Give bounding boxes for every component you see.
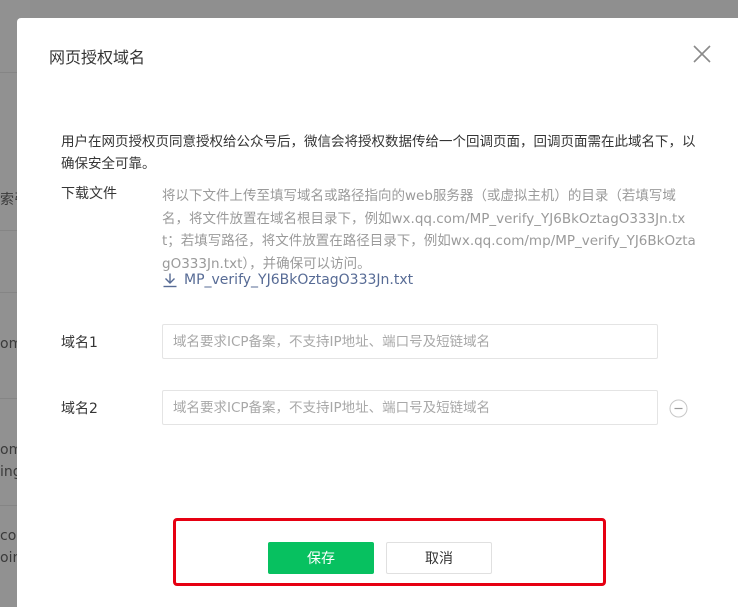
dialog-title: 网页授权域名 [49,48,146,67]
dialog-description: 用户在网页授权页同意授权给公众号后，微信会将授权数据传给一个回调页面，回调页面需… [61,134,696,172]
domain-2-input[interactable] [162,390,658,425]
download-file-link[interactable]: MP_verify_YJ6BkOztagO333Jn.txt [162,272,413,288]
background-text: oin [0,550,18,566]
download-icon [163,273,177,288]
authorization-domain-dialog: 网页授权域名 用户在网页授权页同意授权给公众号后，微信会将授权数据传给一个回调页… [17,18,738,607]
remove-domain-button[interactable] [669,399,688,418]
domain-1-label: 域名1 [61,335,98,351]
save-button[interactable]: 保存 [268,542,374,574]
download-file-name: MP_verify_YJ6BkOztagO333Jn.txt [184,272,414,288]
close-button[interactable] [689,41,715,67]
domain-1-input[interactable] [162,324,658,359]
background-text: co [0,528,17,544]
download-file-label: 下载文件 [61,186,117,202]
background-text: 索引 [0,192,18,208]
background-text: om [0,336,18,352]
cancel-button[interactable]: 取消 [386,542,492,574]
background-text: ing [0,464,18,480]
download-instructions: 将以下文件上传至填写域名或路径指向的web服务器（或虚拟主机）的目录（若填写域名… [162,188,696,272]
minus-circle-icon [669,399,688,418]
background-text: om [0,442,18,458]
close-icon [693,45,711,63]
domain-2-label: 域名2 [61,401,98,417]
